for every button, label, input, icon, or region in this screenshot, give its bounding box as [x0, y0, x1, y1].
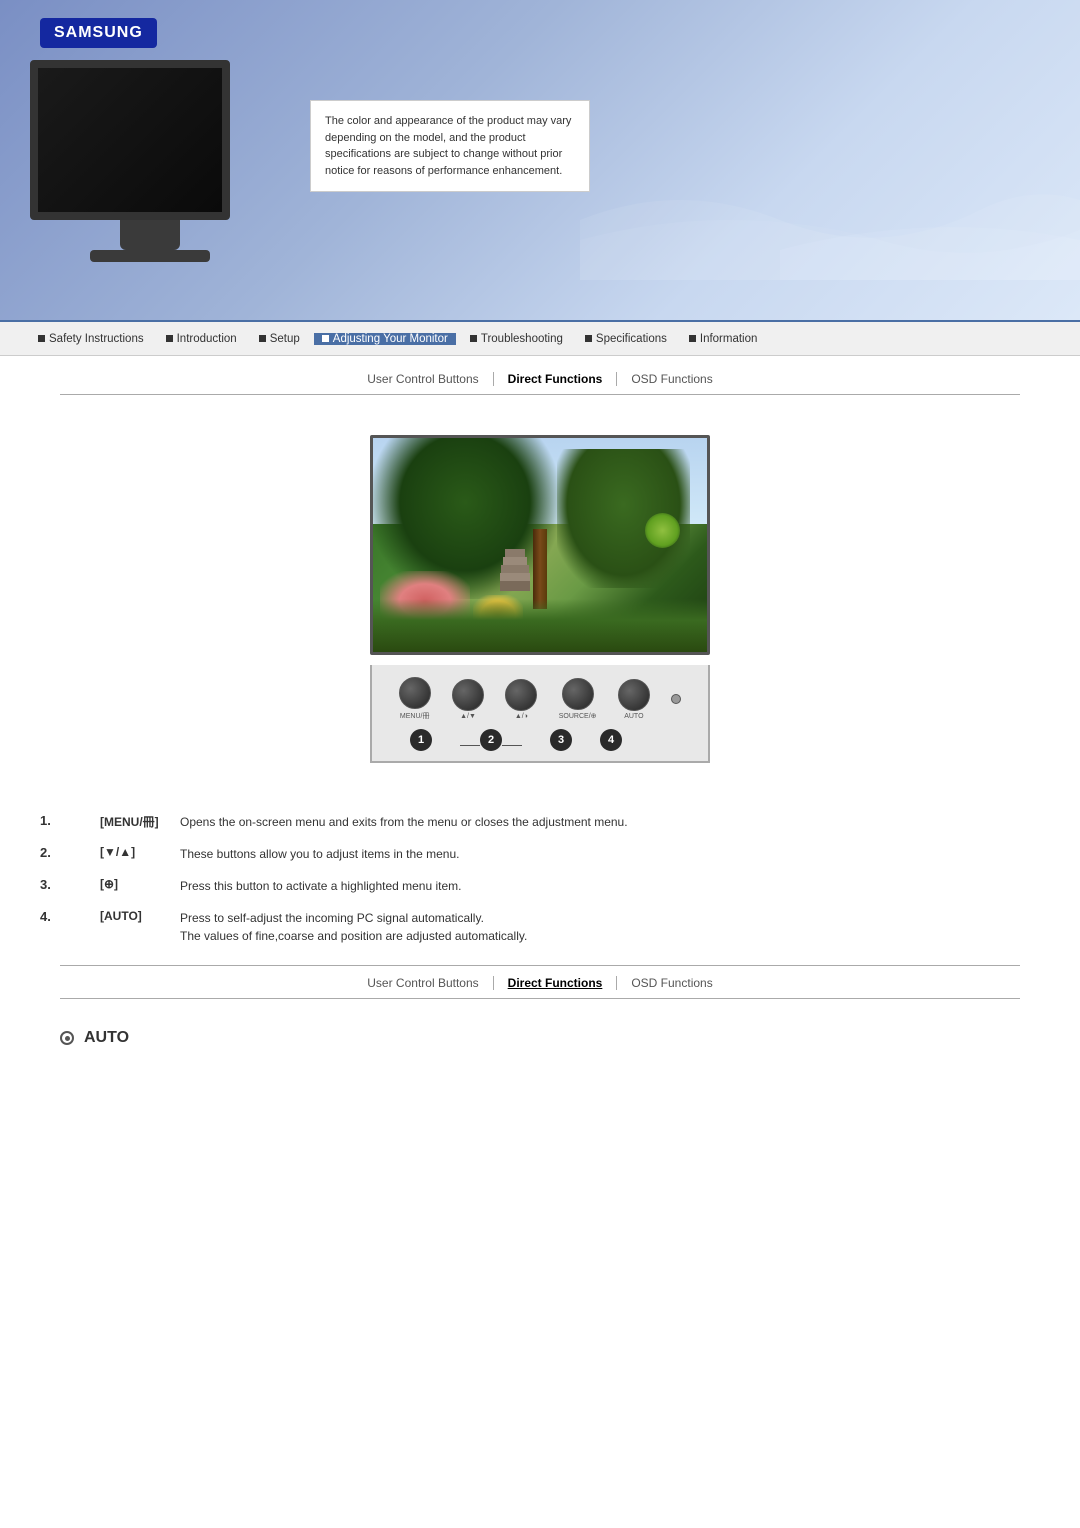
instruction-item-4: 4. [AUTO] Press to self-adjust the incom…	[40, 909, 1080, 945]
button-panel: MENU/冊 ▲/▼ ▲/◑ SOURCE/⊕	[370, 665, 710, 763]
bracket-left	[460, 745, 480, 746]
disclaimer-text: The color and appearance of the product …	[325, 115, 571, 177]
inst-desc-3: Press this button to activate a highligh…	[180, 877, 462, 895]
power-indicator	[671, 694, 681, 704]
wave-decoration	[580, 160, 1080, 280]
button-panel-wrapper: MENU/冊 ▲/▼ ▲/◑ SOURCE/⊕	[60, 665, 1020, 763]
tab-direct-functions-bottom[interactable]: Direct Functions	[494, 976, 618, 990]
nav-bullet-troubleshooting	[470, 335, 477, 342]
callout-4-group: 4	[600, 729, 622, 751]
inst-desc-2: These buttons allow you to adjust items …	[180, 845, 460, 863]
inst-number-4: 4.	[40, 909, 100, 924]
inst-number-3: 3.	[40, 877, 100, 892]
nav-bullet-adjusting	[322, 335, 329, 342]
nav-item-adjusting[interactable]: Adjusting Your Monitor	[314, 333, 456, 345]
nav-item-information[interactable]: Information	[681, 333, 766, 345]
inst-key-3: [⊕]	[100, 877, 180, 891]
auto-label: AUTO	[84, 1029, 129, 1047]
menu-button[interactable]	[399, 677, 431, 709]
adjust-button-group: ▲/◑	[505, 679, 537, 720]
inst-key-2: [▼/▲]	[100, 845, 180, 859]
nav-bullet-safety	[38, 335, 45, 342]
bracket-right	[502, 745, 522, 746]
nav-bullet-information	[689, 335, 696, 342]
tab-direct-functions-top[interactable]: Direct Functions	[494, 372, 618, 386]
nav-bullet-introduction	[166, 335, 173, 342]
garden-image	[370, 435, 710, 655]
auto-circle-icon	[60, 1031, 74, 1045]
disclaimer-box: The color and appearance of the product …	[310, 100, 590, 192]
top-tab-nav: User Control Buttons Direct Functions OS…	[60, 356, 1020, 395]
pagoda	[500, 549, 530, 599]
inst-number-2: 2.	[40, 845, 100, 860]
instructions-list: 1. [MENU/冊] Opens the on-screen menu and…	[40, 813, 1080, 945]
auto-button[interactable]	[618, 679, 650, 711]
callout-4: 4	[600, 729, 622, 751]
tab-user-control-bottom[interactable]: User Control Buttons	[353, 976, 493, 990]
instruction-item-3: 3. [⊕] Press this button to activate a h…	[40, 877, 1080, 895]
inst-key-4: [AUTO]	[100, 909, 180, 923]
auto-section: AUTO	[0, 1019, 1080, 1087]
green-orb	[645, 513, 680, 548]
monitor-illustration	[30, 60, 270, 270]
tab-user-control-top[interactable]: User Control Buttons	[353, 372, 493, 386]
source-button[interactable]	[562, 678, 594, 710]
power-button-group	[671, 694, 681, 704]
callout-2: 2	[480, 729, 502, 751]
callout-1-group: 1	[410, 729, 432, 751]
adjust-button-label: ▲/◑	[515, 713, 528, 720]
source-button-label: SOURCE/⊕	[559, 712, 597, 720]
banner: SAMSUNG The color and appearance of the …	[0, 0, 1080, 320]
inst-key-1: [MENU/冊]	[100, 813, 180, 830]
samsung-logo: SAMSUNG	[40, 18, 157, 48]
menu-button-label: MENU/冊	[400, 711, 430, 721]
callout-1: 1	[410, 729, 432, 751]
nav-item-setup[interactable]: Setup	[251, 333, 308, 345]
inst-desc-4: Press to self-adjust the incoming PC sig…	[180, 909, 527, 945]
callout-row: 1 2 3 4	[388, 725, 692, 751]
callout-2-group: 2	[460, 729, 522, 751]
auto-button-group: AUTO	[618, 679, 650, 720]
tree-trunk	[533, 529, 547, 609]
adjust-button[interactable]	[505, 679, 537, 711]
ground	[373, 599, 707, 653]
menu-button-group: MENU/冊	[399, 677, 431, 721]
up-button-label: ▲/▼	[460, 713, 476, 720]
nav-bullet-specifications	[585, 335, 592, 342]
up-button-group: ▲/▼	[452, 679, 484, 720]
monitor-display	[60, 435, 1020, 655]
auto-button-label: AUTO	[624, 713, 643, 720]
inst-number-1: 1.	[40, 813, 100, 828]
source-button-group: SOURCE/⊕	[559, 678, 597, 720]
nav-bar: Safety Instructions Introduction Setup A…	[0, 320, 1080, 356]
nav-item-troubleshooting[interactable]: Troubleshooting	[462, 333, 571, 345]
nav-item-safety[interactable]: Safety Instructions	[30, 333, 152, 345]
button-row: MENU/冊 ▲/▼ ▲/◑ SOURCE/⊕	[388, 677, 692, 721]
tab-osd-functions-bottom[interactable]: OSD Functions	[617, 976, 726, 990]
nav-item-specifications[interactable]: Specifications	[577, 333, 675, 345]
nav-item-introduction[interactable]: Introduction	[158, 333, 245, 345]
instruction-item-1: 1. [MENU/冊] Opens the on-screen menu and…	[40, 813, 1080, 831]
bottom-tab-nav: User Control Buttons Direct Functions OS…	[60, 965, 1020, 999]
callout-3-group: 3	[550, 729, 572, 751]
up-button[interactable]	[452, 679, 484, 711]
tab-osd-functions-top[interactable]: OSD Functions	[617, 372, 726, 386]
instruction-item-2: 2. [▼/▲] These buttons allow you to adju…	[40, 845, 1080, 863]
nav-bullet-setup	[259, 335, 266, 342]
inst-desc-1: Opens the on-screen menu and exits from …	[180, 813, 628, 831]
callout-3: 3	[550, 729, 572, 751]
main-content: MENU/冊 ▲/▼ ▲/◑ SOURCE/⊕	[0, 395, 1080, 783]
